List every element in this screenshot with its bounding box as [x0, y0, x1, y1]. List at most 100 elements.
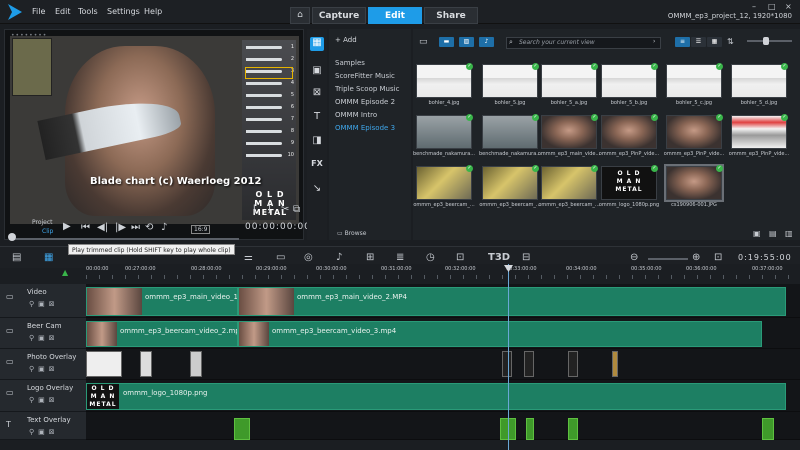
instant-project-icon[interactable]: ▣ — [310, 65, 324, 79]
split-screen-icon[interactable]: ⊟ — [522, 252, 530, 263]
timeline-clip[interactable]: ommm_ep3_main_video_1.MP4 — [86, 287, 238, 316]
scrub-handle[interactable] — [8, 233, 16, 241]
view-list-button[interactable]: ≡ — [675, 37, 690, 47]
view-thumbs-button[interactable]: ▦ — [707, 37, 722, 47]
zoom-in-icon[interactable]: ⊕ — [692, 252, 700, 263]
3d-title-icon[interactable]: T3D — [488, 252, 510, 263]
view-details-button[interactable]: ☰ — [691, 37, 706, 47]
photo-overlay-clip[interactable] — [190, 351, 202, 377]
track-lane[interactable] — [86, 412, 800, 440]
media-thumbnail[interactable]: ✓ — [666, 63, 723, 98]
track-type-icon[interactable]: ▭ — [6, 388, 14, 397]
home-button[interactable]: ⌂ — [290, 7, 310, 24]
zoom-out-icon[interactable]: ⊖ — [630, 252, 638, 263]
snapshot-icon[interactable]: ⧉ — [293, 204, 300, 215]
media-thumbnail[interactable]: ✓ — [601, 114, 658, 149]
timeline-timecode[interactable]: 0:19:55:00 — [738, 253, 792, 262]
folder-ommm-ep2[interactable]: OMMM Episode 2 — [335, 98, 395, 106]
preview-scrub-bar[interactable] — [9, 238, 239, 240]
audio-icon[interactable]: ♪ — [336, 252, 342, 263]
track-lane[interactable] — [86, 349, 800, 380]
folder-scorefitter[interactable]: ScoreFitter Music — [335, 72, 395, 80]
browse-button[interactable]: ▭ Browse — [337, 230, 366, 237]
mark-in-icon[interactable]: [ — [253, 204, 257, 215]
media-thumbnail[interactable]: O L DM A N METAL ✓ — [601, 165, 658, 200]
folder-triple-scoop[interactable]: Triple Scoop Music — [335, 85, 399, 93]
track-type-icon[interactable]: ▭ — [6, 292, 14, 301]
media-thumbnail[interactable]: ✓ — [541, 63, 598, 98]
track-toggle-icons[interactable]: ⚲▣⊠ — [29, 365, 59, 373]
timeline-zoom-slider[interactable] — [648, 258, 688, 260]
photo-overlay-clip[interactable] — [140, 351, 152, 377]
speed-icon[interactable]: ◷ — [426, 252, 435, 263]
playhead[interactable] — [508, 264, 509, 450]
timeline-ruler[interactable]: 00:00:00 00:27:00:00 00:28:00:00 00:29:00:0… — [86, 264, 800, 280]
aspect-ratio-button[interactable]: 16:9 — [191, 225, 211, 234]
media-thumbnail[interactable]: ✓ — [541, 165, 598, 200]
add-folder-button[interactable]: + Add — [335, 36, 357, 44]
folder-ommm-intro[interactable]: OMMM Intro — [335, 111, 377, 119]
library-search-input[interactable]: Search your current view — [506, 37, 661, 49]
maximize-button[interactable]: □ — [768, 2, 776, 11]
timeline-view-icon[interactable]: ▦ — [44, 252, 53, 263]
filter-video-button[interactable]: ▬ — [439, 37, 454, 47]
step-back-icon[interactable]: ◀| — [97, 222, 108, 233]
menu-help[interactable]: Help — [144, 0, 162, 24]
text-overlay-clip[interactable] — [762, 418, 774, 440]
track-toggle-icons[interactable]: ⚲▣⊠ — [29, 428, 59, 436]
tab-share[interactable]: Share — [424, 7, 478, 24]
subtitle-icon[interactable]: ≣ — [396, 252, 404, 263]
path-icon[interactable]: ↘ — [310, 183, 324, 197]
media-thumbnail[interactable]: ✓ — [601, 63, 658, 98]
timeline-clip[interactable]: ommm_ep3_beercam_video_3.mp4 — [238, 321, 762, 347]
track-type-icon[interactable]: ▭ — [6, 326, 14, 335]
timeline-clip[interactable]: ommm_ep3_main_video_2.MP4 — [238, 287, 786, 316]
filter-audio-button[interactable]: ♪ — [479, 37, 494, 47]
track-header[interactable]: ▭ Photo Overlay ⚲▣⊠ — [0, 349, 86, 380]
library-view-icon[interactable]: ▤ — [769, 229, 777, 238]
media-thumbnail[interactable]: ✓ — [731, 114, 788, 149]
fx-icon[interactable]: FX — [310, 159, 324, 173]
media-thumbnail[interactable]: ✓ — [541, 114, 598, 149]
media-library-icon[interactable]: ▦ — [310, 37, 324, 51]
menu-edit[interactable]: Edit — [55, 0, 71, 24]
media-thumbnail[interactable]: ✓ — [482, 63, 539, 98]
track-lane[interactable]: ommm_ep3_main_video_1.MP4 ommm_ep3_main_v… — [86, 284, 800, 318]
folder-icon[interactable]: ▭ — [419, 37, 428, 47]
photo-overlay-clip[interactable] — [568, 351, 578, 377]
photo-overlay-clip[interactable] — [524, 351, 534, 377]
track-lane[interactable]: ommm_logo_1080p.png O L DM A N METAL — [86, 380, 800, 412]
track-header[interactable]: ▭ Video ⚲▣⊠ — [0, 284, 86, 318]
track-lane[interactable]: ommm_ep3_beercam_video_2.mp4 ommm_ep3_bee… — [86, 318, 800, 349]
storyboard-view-icon[interactable]: ▣ — [753, 229, 761, 238]
track-type-icon[interactable]: ▭ — [6, 357, 14, 366]
folder-samples[interactable]: Samples — [335, 59, 365, 67]
filter-photo-button[interactable]: ▨ — [459, 37, 474, 47]
skip-start-icon[interactable]: ⏮ — [81, 222, 90, 233]
media-thumbnail[interactable]: ✓ — [666, 114, 723, 149]
track-header[interactable]: ▭ Beer Cam ⚲▣⊠ — [0, 318, 86, 349]
media-thumbnail[interactable]: ✓ — [416, 165, 473, 200]
close-button[interactable]: × — [785, 2, 792, 11]
storyboard-icon[interactable]: ▤ — [12, 252, 21, 263]
mode-project[interactable]: Project — [32, 219, 53, 226]
timeline-clip[interactable]: ommm_ep3_beercam_video_2.mp4 — [86, 321, 238, 347]
transition-icon[interactable]: ⊠ — [310, 87, 324, 101]
timeline-clip[interactable]: ommm_logo_1080p.png O L DM A N METAL — [86, 383, 786, 410]
options-icon[interactable]: ▥ — [785, 229, 793, 238]
photo-overlay-clip[interactable] — [612, 351, 618, 377]
minimize-button[interactable]: – — [752, 2, 756, 11]
folder-ommm-ep3[interactable]: OMMM Episode 3 — [335, 124, 395, 132]
preview-timecode[interactable]: 00:00:00:00 — [245, 222, 311, 232]
track-toggle-icons[interactable]: ⚲▣⊠ — [29, 300, 59, 308]
media-thumbnail[interactable]: ✓ — [482, 114, 539, 149]
menu-settings[interactable]: Settings — [107, 0, 140, 24]
menu-tools[interactable]: Tools — [78, 0, 98, 24]
volume-icon[interactable]: ♪ — [161, 222, 167, 233]
mask-icon[interactable]: ◎ — [304, 252, 313, 263]
text-overlay-clip[interactable] — [526, 418, 534, 440]
media-thumbnail[interactable]: ✓ — [664, 164, 724, 202]
track-toggle-icons[interactable]: ⚲▣⊠ — [29, 396, 59, 404]
skip-end-icon[interactable]: ⏭ — [131, 222, 140, 233]
mixer-icon[interactable]: ⚌ — [244, 252, 253, 263]
